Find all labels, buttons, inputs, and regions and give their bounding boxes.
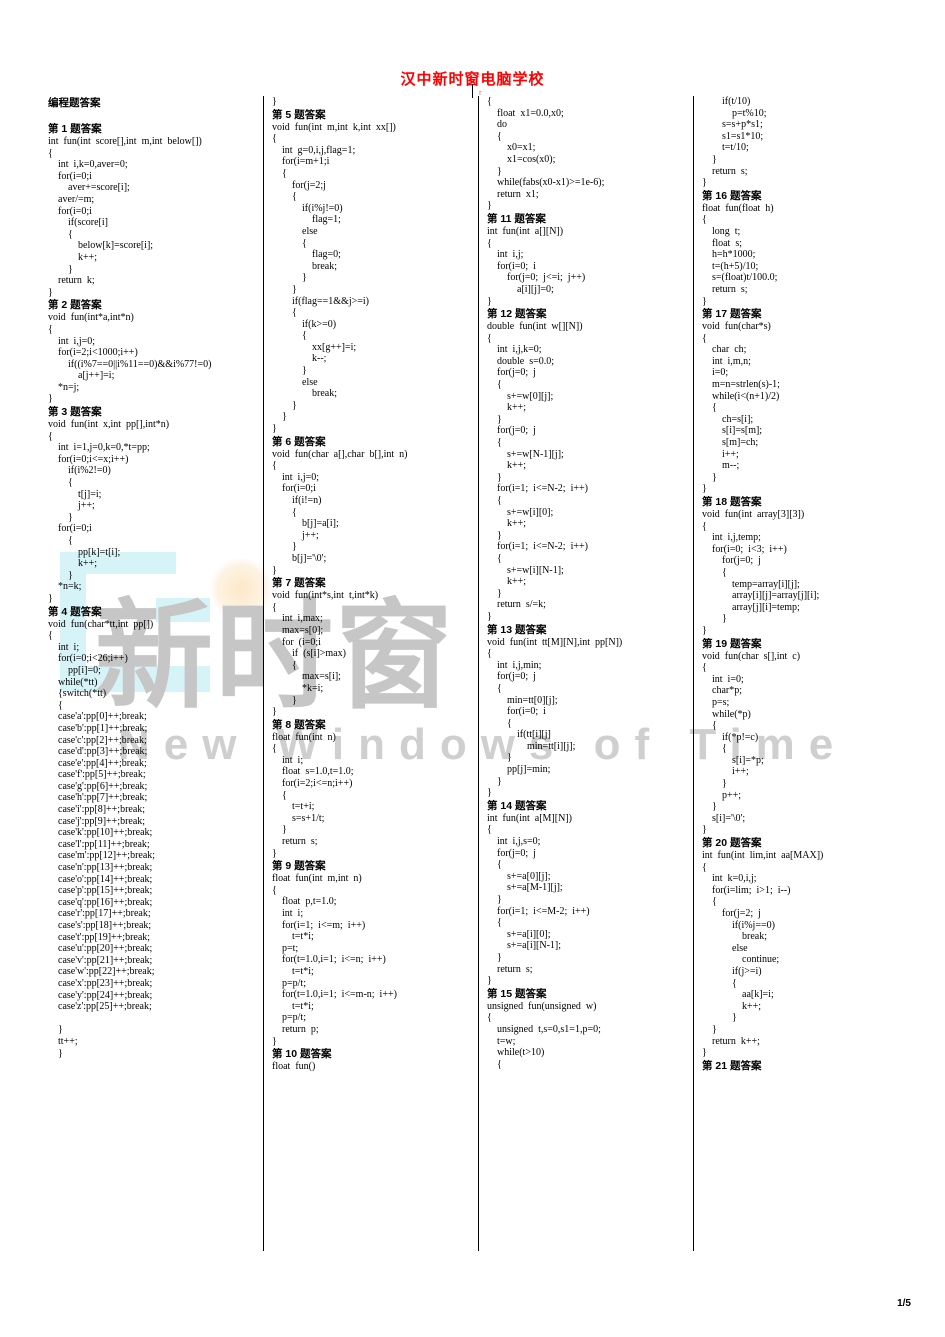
problem-heading: 第 8 题答案 bbox=[272, 718, 326, 731]
code-block: float fun(float h) { long t; float s; h=… bbox=[702, 202, 778, 307]
problem-heading: 第 9 题答案 bbox=[272, 860, 326, 873]
problem-heading: 第 15 题答案 bbox=[487, 987, 547, 1000]
problem-heading: 第 5 题答案 bbox=[272, 108, 326, 121]
problem-heading: 第 13 题答案 bbox=[487, 623, 547, 636]
code-block: void fun(char*tt,int pp[]) { int i; for(… bbox=[48, 618, 156, 1059]
code-block: void fun(int*a,int*n) { int i,j=0; for(i… bbox=[48, 312, 212, 405]
code-block: unsigned fun(unsigned w) { unsigned t,s=… bbox=[487, 1000, 601, 1070]
cursor-mark-icon: r bbox=[479, 88, 482, 97]
problem-heading: 第 6 题答案 bbox=[272, 435, 326, 448]
code-block: void fun(int array[3][3]) { int i,j,temp… bbox=[702, 509, 820, 636]
code-block: void fun(int tt[M][N],int pp[N]) { int i… bbox=[487, 636, 623, 799]
problem-heading: 第 17 题答案 bbox=[702, 308, 762, 321]
code-block: int fun(int a[M][N]) { int i,j,s=0; for(… bbox=[487, 812, 590, 987]
problem-heading: 第 10 题答案 bbox=[272, 1048, 332, 1061]
code-block: void fun(int x,int pp[],int*n) { int i=1… bbox=[48, 419, 170, 604]
problem-heading: 第 18 题答案 bbox=[702, 496, 762, 508]
problem-heading: 第 3 题答案 bbox=[48, 406, 102, 419]
page-number: 1/5 bbox=[897, 1298, 911, 1309]
column-2: } 第 5 题答案 void fun(int m,int k,int xx[]) {… bbox=[263, 96, 478, 1251]
column-4: if(t/10) p=t%10; s=s+p*s1; s1=s1*10; t=t… bbox=[693, 96, 908, 1251]
code-block: void fun(int m,int k,int xx[]) { int g=0… bbox=[272, 121, 396, 435]
column-1: 编程题答案第 1 题答案 int fun(int score[],int m,in… bbox=[48, 96, 263, 1251]
section-heading: 编程题答案 bbox=[48, 97, 101, 109]
problem-heading: 第 21 题答案 bbox=[702, 1059, 762, 1072]
problem-heading: 第 4 题答案 bbox=[48, 605, 102, 618]
code-block: void fun(char*s) { char ch; int i,m,n; i… bbox=[702, 321, 780, 495]
problem-heading: 第 7 题答案 bbox=[272, 577, 326, 590]
problem-heading: 第 20 题答案 bbox=[702, 837, 762, 850]
text-cursor bbox=[472, 84, 473, 98]
code-block: int fun(int score[],int m,int below[]) {… bbox=[48, 136, 202, 298]
code-block: int fun(int lim,int aa[MAX]) { int k=0,i… bbox=[702, 850, 824, 1059]
code-block: void fun(char a[],char b[],int n) { int … bbox=[272, 448, 408, 576]
code-block: double fun(int w[][N]) { int i,j,k=0; do… bbox=[487, 321, 588, 622]
problem-heading: 第 12 题答案 bbox=[487, 308, 547, 321]
problem-heading: 第 19 题答案 bbox=[702, 637, 762, 650]
code-block: void fun(char s[],int c) { int i=0; char… bbox=[702, 650, 801, 836]
code-block: void fun(int*s,int t,int*k) { int i,max;… bbox=[272, 590, 379, 718]
column-container: 编程题答案第 1 题答案 int fun(int score[],int m,in… bbox=[48, 96, 908, 1251]
code-block: { float x1=0.0,x0; do { x0=x1; x1=cos(x0… bbox=[487, 96, 605, 212]
problem-heading: 第 2 题答案 bbox=[48, 299, 102, 312]
problem-heading: 第 11 题答案 bbox=[487, 212, 546, 225]
code-block: float fun(int n) { int i; float s=1.0,t=… bbox=[272, 731, 354, 859]
code-block: float fun() bbox=[272, 1061, 316, 1073]
problem-heading: 第 1 题答案 bbox=[48, 123, 102, 135]
code-block: } bbox=[272, 96, 277, 107]
problem-heading: 第 14 题答案 bbox=[487, 799, 547, 812]
code-block: int fun(int a[][N]) { int i,j; for(i=0; … bbox=[487, 225, 586, 307]
problem-heading: 第 16 题答案 bbox=[702, 189, 762, 202]
column-3: { float x1=0.0,x0; do { x0=x1; x1=cos(x0… bbox=[478, 96, 693, 1251]
code-block: if(t/10) p=t%10; s=s+p*s1; s1=s1*10; t=t… bbox=[702, 96, 767, 189]
document-page: 新时窗 New Windows of Time 汉中新时窗电脑学校 r 编程题答… bbox=[0, 0, 945, 1337]
code-block: float fun(int m,int n) { float p,t=1.0; … bbox=[272, 873, 397, 1047]
